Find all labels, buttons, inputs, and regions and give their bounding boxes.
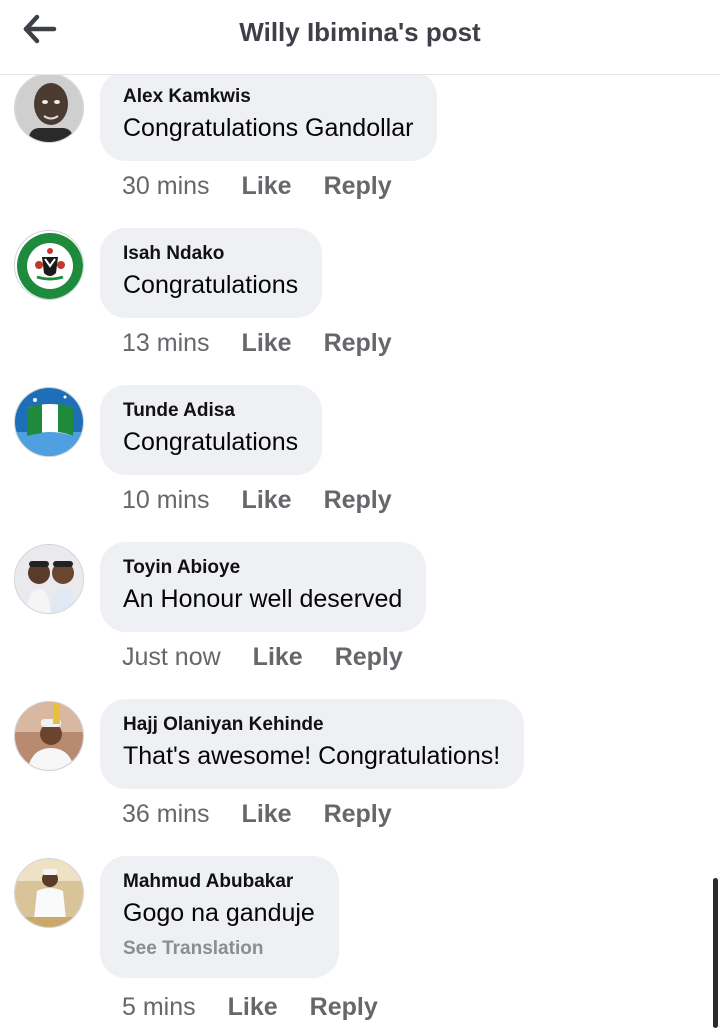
comment-time[interactable]: 5 mins (122, 993, 196, 1022)
comment-bubble: Hajj Olaniyan Kehinde That's awesome! Co… (100, 699, 525, 789)
like-button[interactable]: Like (253, 643, 303, 672)
avatar[interactable] (14, 701, 84, 771)
man-in-cap-photo-icon (15, 702, 83, 770)
comment-author[interactable]: Toyin Abioye (123, 556, 402, 580)
coat-of-arms-emblem-icon (15, 231, 83, 299)
avatar[interactable] (14, 230, 84, 300)
comment-bubble: Alex Kamkwis Congratulations Gandollar (100, 71, 438, 161)
comment-actions: 10 mins Like Reply (122, 486, 424, 515)
reply-button[interactable]: Reply (335, 643, 403, 672)
comment-actions: Just now Like Reply (122, 643, 435, 672)
page-title: Willy Ibimina's post (239, 17, 481, 47)
like-button[interactable]: Like (242, 329, 292, 358)
comment-bubble: Mahmud Abubakar Gogo na ganduje See Tran… (100, 856, 339, 978)
comment-author[interactable]: Tunde Adisa (123, 399, 298, 423)
comment-author[interactable]: Mahmud Abubakar (123, 870, 315, 894)
comment-actions: 13 mins Like Reply (122, 329, 424, 358)
comment-time[interactable]: Just now (122, 643, 221, 672)
comment-author[interactable]: Hajj Olaniyan Kehinde (123, 713, 500, 737)
see-translation-link[interactable]: See Translation (123, 936, 315, 962)
comment-text: Gogo na ganduje (123, 899, 315, 927)
comment-actions: 30 mins Like Reply (122, 172, 424, 201)
comment-text: Congratulations (123, 271, 299, 299)
comment-actions: 36 mins Like Reply (122, 800, 424, 829)
comment-text: Congratulations Gandollar (123, 114, 414, 142)
scrollbar[interactable] (713, 878, 718, 1028)
reply-button[interactable]: Reply (310, 993, 378, 1022)
comment-actions: 5 mins Like Reply (122, 993, 410, 1022)
comment-bubble: Tunde Adisa Congratulations (100, 385, 323, 475)
portrait-photo-icon (15, 74, 83, 142)
reply-button[interactable]: Reply (324, 329, 392, 358)
children-photo-icon (15, 545, 83, 613)
comment-time[interactable]: 13 mins (122, 329, 210, 358)
reply-button[interactable]: Reply (324, 800, 392, 829)
comment-time[interactable]: 36 mins (122, 800, 210, 829)
like-button[interactable]: Like (242, 800, 292, 829)
avatar[interactable] (14, 73, 84, 143)
comment-text: That's awesome! Congratulations! (123, 742, 501, 770)
avatar[interactable] (14, 858, 84, 928)
post-header: Willy Ibimina's post (0, 0, 720, 75)
comment-author[interactable]: Isah Ndako (123, 242, 298, 266)
reply-button[interactable]: Reply (324, 486, 392, 515)
comment-bubble: Isah Ndako Congratulations (100, 228, 323, 318)
flag-photo-icon (15, 388, 83, 456)
man-in-white-robe-photo-icon (15, 859, 83, 927)
avatar[interactable] (14, 544, 84, 614)
comment-text: Congratulations (123, 428, 299, 456)
avatar[interactable] (14, 387, 84, 457)
reply-button[interactable]: Reply (324, 172, 392, 201)
comment-time[interactable]: 10 mins (122, 486, 210, 515)
comment-author[interactable]: Alex Kamkwis (123, 85, 413, 109)
like-button[interactable]: Like (242, 172, 292, 201)
like-button[interactable]: Like (228, 993, 278, 1022)
comment-bubble: Toyin Abioye An Honour well deserved (100, 542, 427, 632)
like-button[interactable]: Like (242, 486, 292, 515)
comment-text: An Honour well deserved (123, 585, 403, 613)
comment-time[interactable]: 30 mins (122, 172, 210, 201)
